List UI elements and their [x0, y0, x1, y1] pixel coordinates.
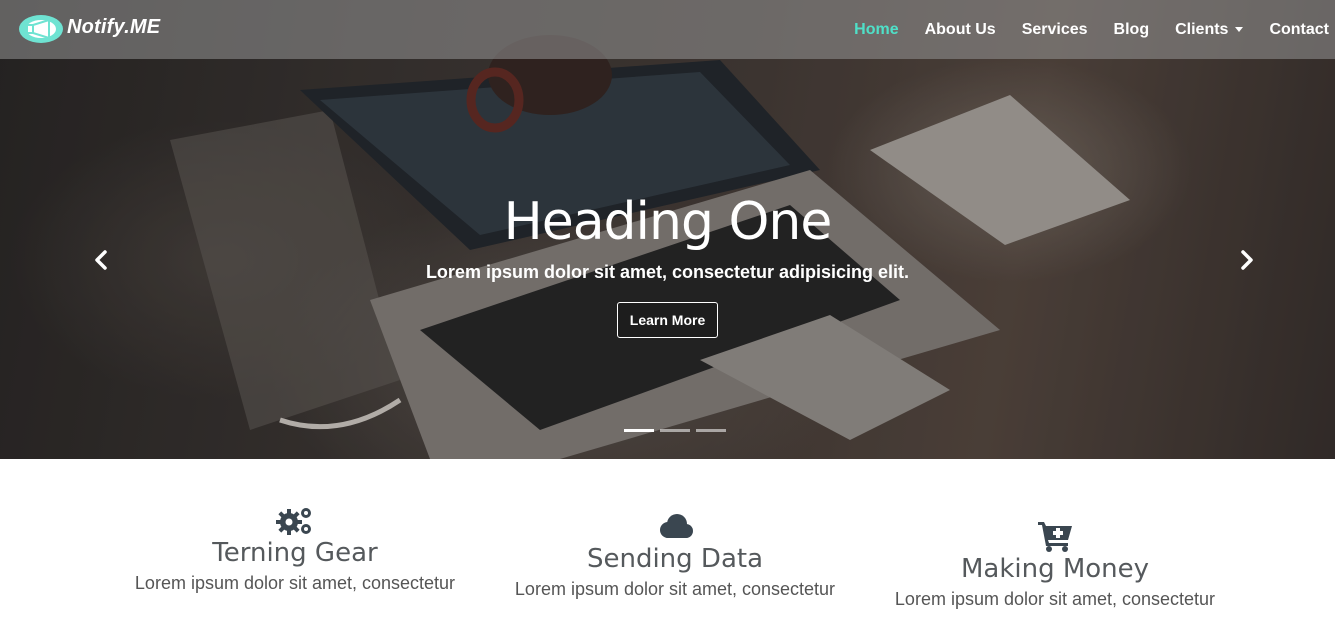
nav-item-label: Blog	[1113, 20, 1150, 38]
nav-item-blog[interactable]: Blog	[1114, 21, 1150, 39]
nav-item-about-us[interactable]: About Us	[925, 21, 996, 39]
carousel-caption: Heading One Lorem ipsum dolor sit amet, …	[0, 190, 1335, 338]
nav-item-services[interactable]: Services	[1022, 21, 1088, 39]
carousel-indicator-3[interactable]	[696, 429, 726, 432]
feature-making-money: Making Money Lorem ipsum dolor sit amet,…	[865, 520, 1245, 612]
nav-item-label: Home	[854, 20, 899, 38]
feature-text: Lorem ipsum dolor sit amet, consectetur	[514, 579, 836, 599]
main-nav: Home About Us Services Blog Clients Cont…	[854, 0, 1335, 59]
brand[interactable]: Notify.ME	[18, 13, 160, 45]
carousel-subtitle: Lorem ipsum dolor sit amet, consectetur …	[425, 262, 910, 282]
brand-name: Notify.ME	[67, 15, 161, 38]
nav-item-label: About Us	[924, 20, 996, 38]
carousel-indicator-2[interactable]	[660, 429, 690, 432]
gears-icon	[276, 508, 311, 535]
nav-item-label: Clients	[1175, 20, 1229, 38]
top-navbar: Notify.ME Home About Us Services Blog Cl…	[0, 0, 1335, 59]
carousel-indicators	[624, 429, 732, 432]
caret-down-icon	[1235, 27, 1244, 32]
megaphone-logo-icon	[19, 15, 63, 43]
carousel-heading: Heading One	[503, 192, 833, 252]
feature-title: Sending Data	[586, 544, 764, 574]
nav-item-clients-dropdown[interactable]: Clients	[1175, 20, 1244, 39]
nav-item-label: Services	[1021, 20, 1088, 38]
feature-text: Lorem ipsum dolor sit amet, consectetur	[894, 589, 1216, 609]
feature-title: Terning Gear	[212, 538, 378, 568]
feature-sending-data: Sending Data Lorem ipsum dolor sit amet,…	[485, 512, 865, 602]
learn-more-button[interactable]: Learn More	[616, 302, 719, 338]
nav-item-contact[interactable]: Contact	[1269, 21, 1329, 39]
nav-item-home[interactable]: Home	[854, 21, 898, 39]
nav-item-label: Contact	[1269, 20, 1329, 38]
feature-title: Making Money	[960, 554, 1150, 584]
feature-text: Lorem ipsum dolor sit amet, consectetur	[134, 573, 456, 593]
carousel-indicator-1[interactable]	[624, 429, 654, 432]
cart-plus-icon	[1038, 522, 1072, 552]
feature-terning-gear: Terning Gear Lorem ipsum dolor sit amet,…	[105, 504, 485, 596]
cloud-icon	[660, 514, 693, 538]
